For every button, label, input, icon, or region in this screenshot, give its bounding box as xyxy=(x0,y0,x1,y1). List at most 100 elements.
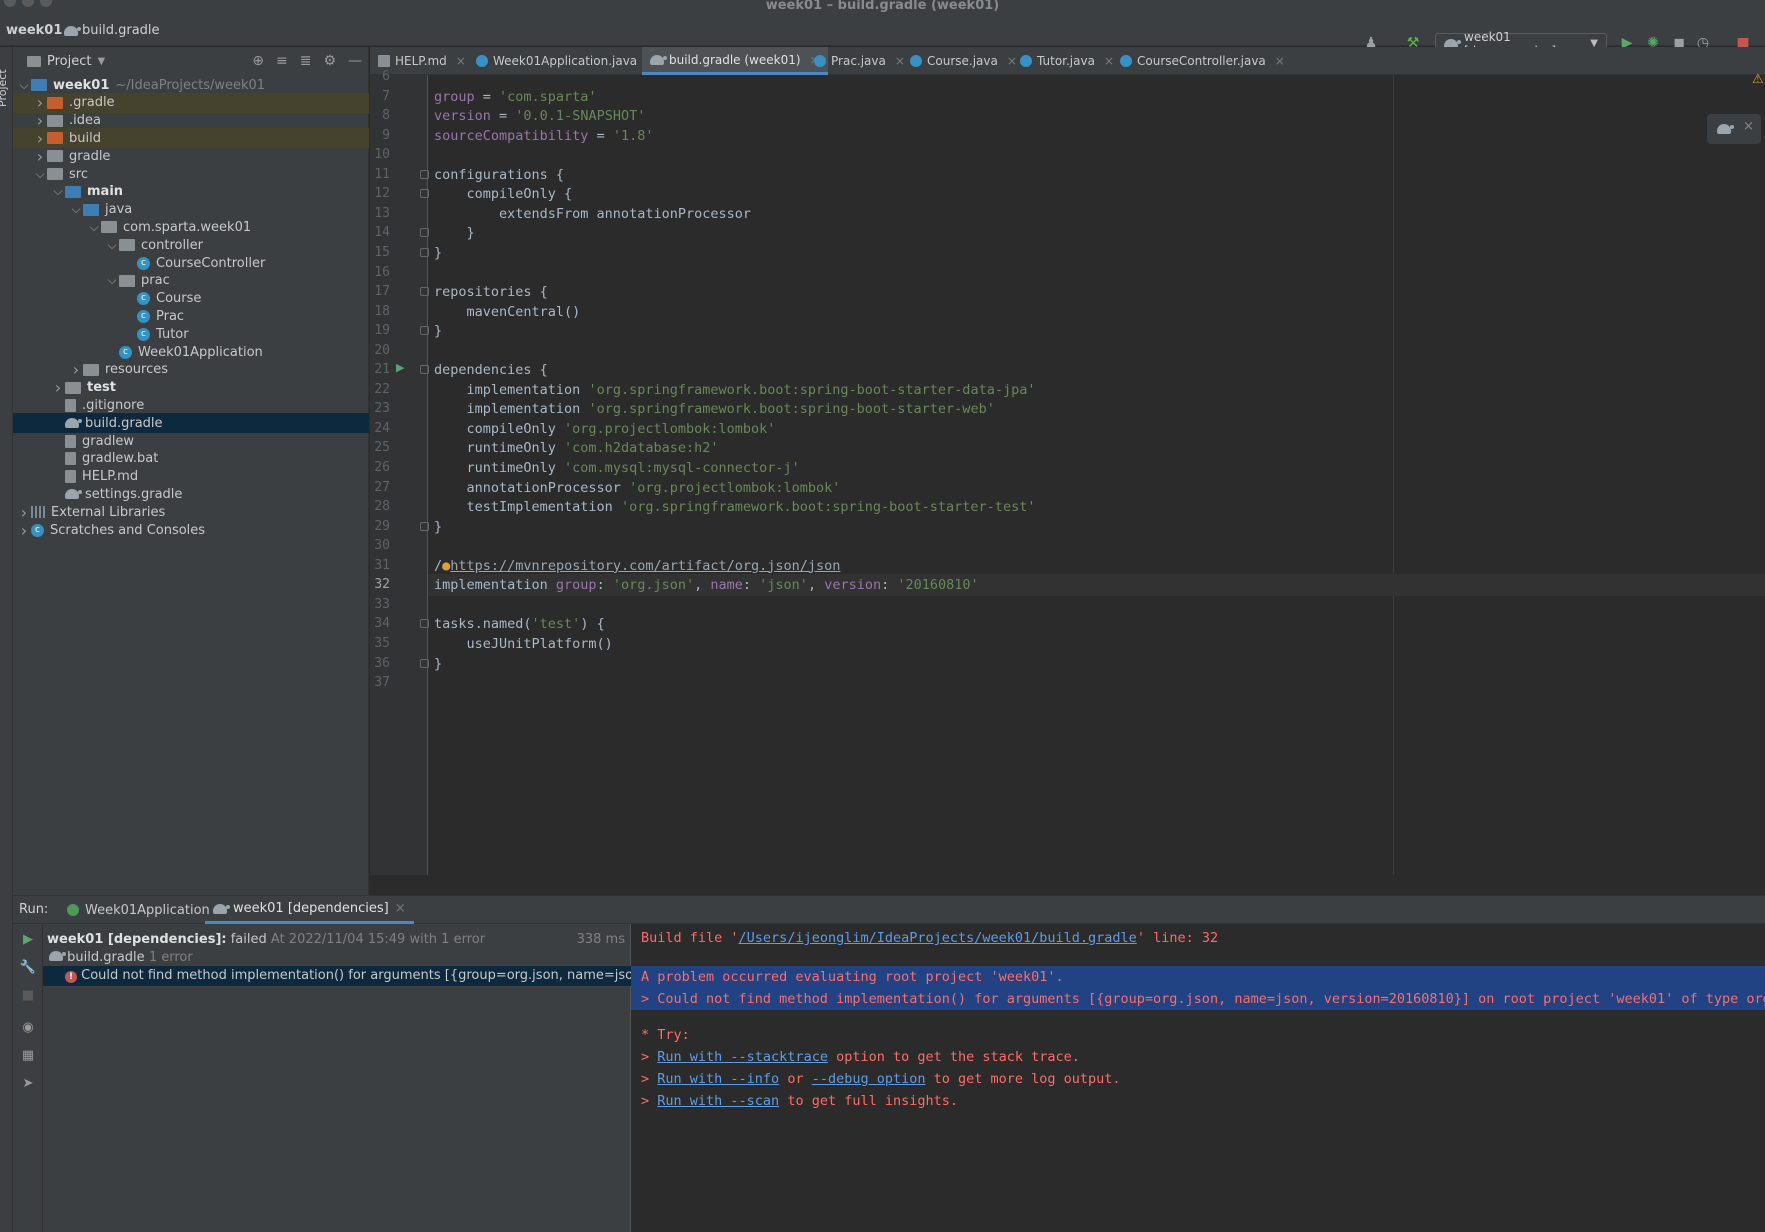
breadcrumb-file[interactable]: build.gradle xyxy=(64,23,160,38)
debug-option-link[interactable]: --debug option xyxy=(812,1071,926,1087)
close-icon[interactable]: × xyxy=(895,54,905,68)
code-line: sourceCompatibility = '1.8' xyxy=(434,127,654,144)
fold-marker-icon[interactable] xyxy=(420,287,429,297)
folder-icon xyxy=(83,363,99,376)
close-icon[interactable]: × xyxy=(395,901,406,916)
tree-item-label: settings.gradle xyxy=(85,486,183,502)
tree-item-label: main xyxy=(87,184,124,200)
folder-icon xyxy=(31,79,47,91)
tree-item-label: External Libraries xyxy=(51,504,166,520)
java-class-icon: c xyxy=(137,327,150,341)
build-file-label: build.gradle xyxy=(67,950,145,965)
run-tab-week01application[interactable]: Week01Application × xyxy=(67,896,227,924)
tab-label: CourseController.java xyxy=(1137,54,1266,68)
hide-panel-icon[interactable]: — xyxy=(348,53,362,69)
chevron-down-icon[interactable]: ▼ xyxy=(97,56,105,67)
close-icon[interactable]: × xyxy=(1743,119,1754,134)
code-line: } xyxy=(434,323,443,340)
run-gutter-icon[interactable]: ▶ xyxy=(396,361,404,374)
chevron-right-icon[interactable]: › xyxy=(33,111,47,130)
tree-item-label: .idea xyxy=(69,113,101,129)
expand-all-icon[interactable]: ≡ xyxy=(276,53,288,69)
console-output[interactable]: Build file '/Users/ijeonglim/IdeaProject… xyxy=(631,924,1765,1232)
gradle-sync-popup[interactable]: × xyxy=(1707,114,1761,144)
rerun-icon[interactable]: ▶ xyxy=(19,932,37,950)
fold-marker-icon[interactable] xyxy=(420,658,429,668)
console-text: to get full insights. xyxy=(779,1093,958,1109)
tree-item-label: CourseController xyxy=(156,255,266,271)
class-file-icon xyxy=(1020,55,1032,67)
run-with-stacktrace-link[interactable]: Run with --stacktrace xyxy=(657,1049,828,1065)
warning-icon[interactable]: ⚠ xyxy=(1752,72,1764,87)
code-line: mavenCentral() xyxy=(434,303,581,320)
breadcrumb-project[interactable]: week01 xyxy=(6,23,62,38)
chevron-down-icon[interactable]: ⌵ xyxy=(33,167,47,182)
tree-item-label: build.gradle xyxy=(85,415,163,431)
run-with-scan-link[interactable]: Run with --scan xyxy=(657,1093,779,1109)
console-line-info: > Run with --info or --debug option to g… xyxy=(641,1071,1121,1087)
project-panel-title[interactable]: Project xyxy=(47,54,91,69)
chevron-down-icon[interactable]: ⌵ xyxy=(105,238,119,253)
build-error-row[interactable]: ! Could not find method implementation()… xyxy=(43,966,631,986)
build-status: failed xyxy=(230,932,267,947)
chevron-right-icon[interactable]: › xyxy=(69,360,83,379)
build-file-row[interactable]: build.gradle 1 error xyxy=(43,948,631,968)
build-root-row[interactable]: week01 [dependencies]: failed At 2022/11… xyxy=(43,930,631,950)
collapse-all-icon[interactable]: ≣ xyxy=(300,53,312,69)
fold-marker-icon[interactable] xyxy=(420,326,429,336)
gradle-sync-icon[interactable] xyxy=(1717,124,1734,134)
tab-label: Tutor.java xyxy=(1037,54,1095,68)
tree-item[interactable]: › c Scratches and Consoles xyxy=(13,520,369,540)
chevron-right-icon[interactable]: › xyxy=(17,521,31,540)
code-line: } xyxy=(434,655,443,672)
fold-marker-icon[interactable] xyxy=(420,228,429,238)
chevron-down-icon[interactable]: ⌵ xyxy=(17,78,31,93)
file-icon xyxy=(65,434,76,448)
chevron-down-icon[interactable]: ⌵ xyxy=(69,202,83,217)
tree-item-label: week01 xyxy=(53,77,110,93)
stop-icon[interactable]: ■ xyxy=(19,988,37,1006)
pin-icon[interactable]: ➤ xyxy=(19,1076,37,1094)
tree-item-label: gradle xyxy=(69,148,111,164)
gear-icon[interactable]: ⚙ xyxy=(323,53,336,69)
code-editor[interactable]: 6 7 8 9 10 11 12 13 14 15 16 17 18 19 20 21 ▶ 22 23 24 25 26 2… xyxy=(370,69,1765,875)
fold-marker-icon[interactable] xyxy=(420,521,429,531)
fold-marker-icon[interactable] xyxy=(420,365,429,375)
code-line: implementation group: 'org.json', name: … xyxy=(434,577,979,594)
project-panel: Project ▼ ⊕ ≡ ≣ ⚙ — ⌵ week01 ~/IdeaProject… xyxy=(13,47,369,895)
tab-course-java[interactable]: Course.java × xyxy=(910,47,1017,75)
run-header: Run: Week01Application × week01 [depende… xyxy=(13,896,1765,924)
fold-marker-icon[interactable] xyxy=(420,189,429,199)
run-with-info-link[interactable]: Run with --info xyxy=(657,1071,779,1087)
tab-tutor-java[interactable]: Tutor.java × xyxy=(1020,47,1114,75)
folder-icon xyxy=(65,381,81,394)
layout-icon[interactable]: ▦ xyxy=(19,1048,37,1066)
chevron-down-icon[interactable]: ⌵ xyxy=(87,220,101,235)
eye-icon[interactable]: ◉ xyxy=(19,1020,37,1038)
build-file-link[interactable]: /Users/ijeonglim/IdeaProjects/week01/bui… xyxy=(739,930,1137,946)
wrench-icon[interactable]: 🔧 xyxy=(19,960,37,978)
chevron-down-icon[interactable]: ⌵ xyxy=(105,273,119,288)
close-icon[interactable]: × xyxy=(1104,54,1114,68)
run-tab-week01-dependencies[interactable]: week01 [dependencies] × xyxy=(205,896,414,924)
tab-prac-java[interactable]: Prac.java × xyxy=(814,47,905,75)
close-icon[interactable]: × xyxy=(1007,54,1017,68)
run-tab-label: Week01Application xyxy=(85,902,210,918)
fold-marker-icon[interactable] xyxy=(420,247,429,257)
project-tool-window-label[interactable]: Project xyxy=(0,69,9,107)
chevron-right-icon[interactable]: › xyxy=(33,129,47,148)
locate-file-icon[interactable]: ⊕ xyxy=(252,53,264,69)
close-icon[interactable]: × xyxy=(1275,54,1285,68)
tab-coursecontroller-java[interactable]: CourseController.java × xyxy=(1120,47,1285,75)
chevron-right-icon[interactable]: › xyxy=(17,503,31,522)
fold-marker-icon[interactable] xyxy=(420,619,429,629)
build-output-tree: week01 [dependencies]: failed At 2022/11… xyxy=(43,924,631,1232)
chevron-right-icon[interactable]: › xyxy=(33,93,47,112)
chevron-down-icon[interactable]: ⌵ xyxy=(51,184,65,199)
line-number-gutter: 6 7 8 9 10 11 12 13 14 15 16 17 18 19 20 21 ▶ 22 23 24 25 26 2… xyxy=(370,69,429,875)
line-number-text: 37 xyxy=(374,675,390,691)
chevron-right-icon[interactable]: › xyxy=(51,378,65,397)
chevron-right-icon[interactable]: › xyxy=(33,147,47,166)
fold-marker-icon[interactable] xyxy=(420,169,429,179)
tree-item-label: Tutor xyxy=(156,326,189,342)
